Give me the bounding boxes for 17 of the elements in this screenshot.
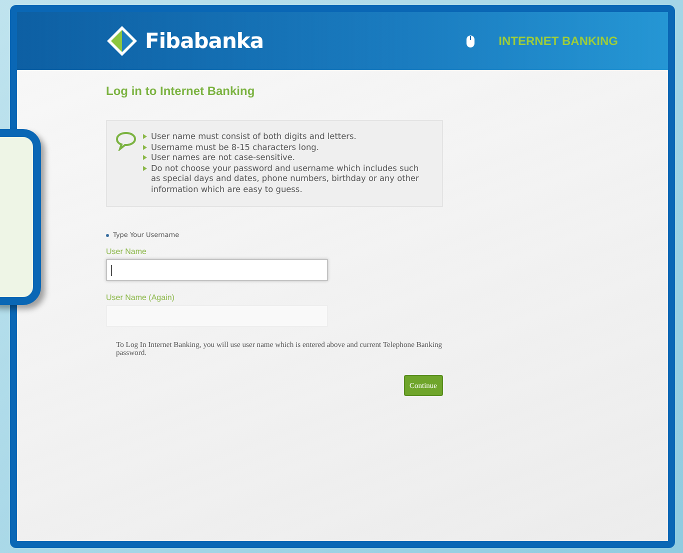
bullet-icon: [143, 155, 147, 160]
mouse-icon: [466, 34, 475, 48]
rule-text: Do not choose your password and username which includes such as special days and dates, phone numbers, birthday or any other information which are easy to guess.: [151, 162, 420, 194]
field-label: User Name: [106, 247, 148, 256]
bullet-icon: [143, 144, 147, 150]
input-field[interactable]: [106, 259, 328, 281]
page-title: Log in to Internet Banking: [106, 84, 256, 98]
bullet-icon: [143, 134, 147, 139]
field-label: User Name (Again): [106, 293, 176, 302]
brand-name: Fibabanka: [145, 29, 264, 53]
rule-text: User name must consist of both digits and letters.: [151, 131, 356, 142]
internet-banking-link[interactable]: INTERNET BANKING: [498, 34, 618, 48]
diamond-logo-icon: [105, 24, 139, 58]
rule-text: Username must be 8-15 characters long.: [151, 142, 319, 152]
bullet-icon: [143, 166, 147, 170]
speech-bubble-icon: [115, 131, 137, 151]
rule-text: User names are not case-sensitive.: [151, 152, 295, 162]
